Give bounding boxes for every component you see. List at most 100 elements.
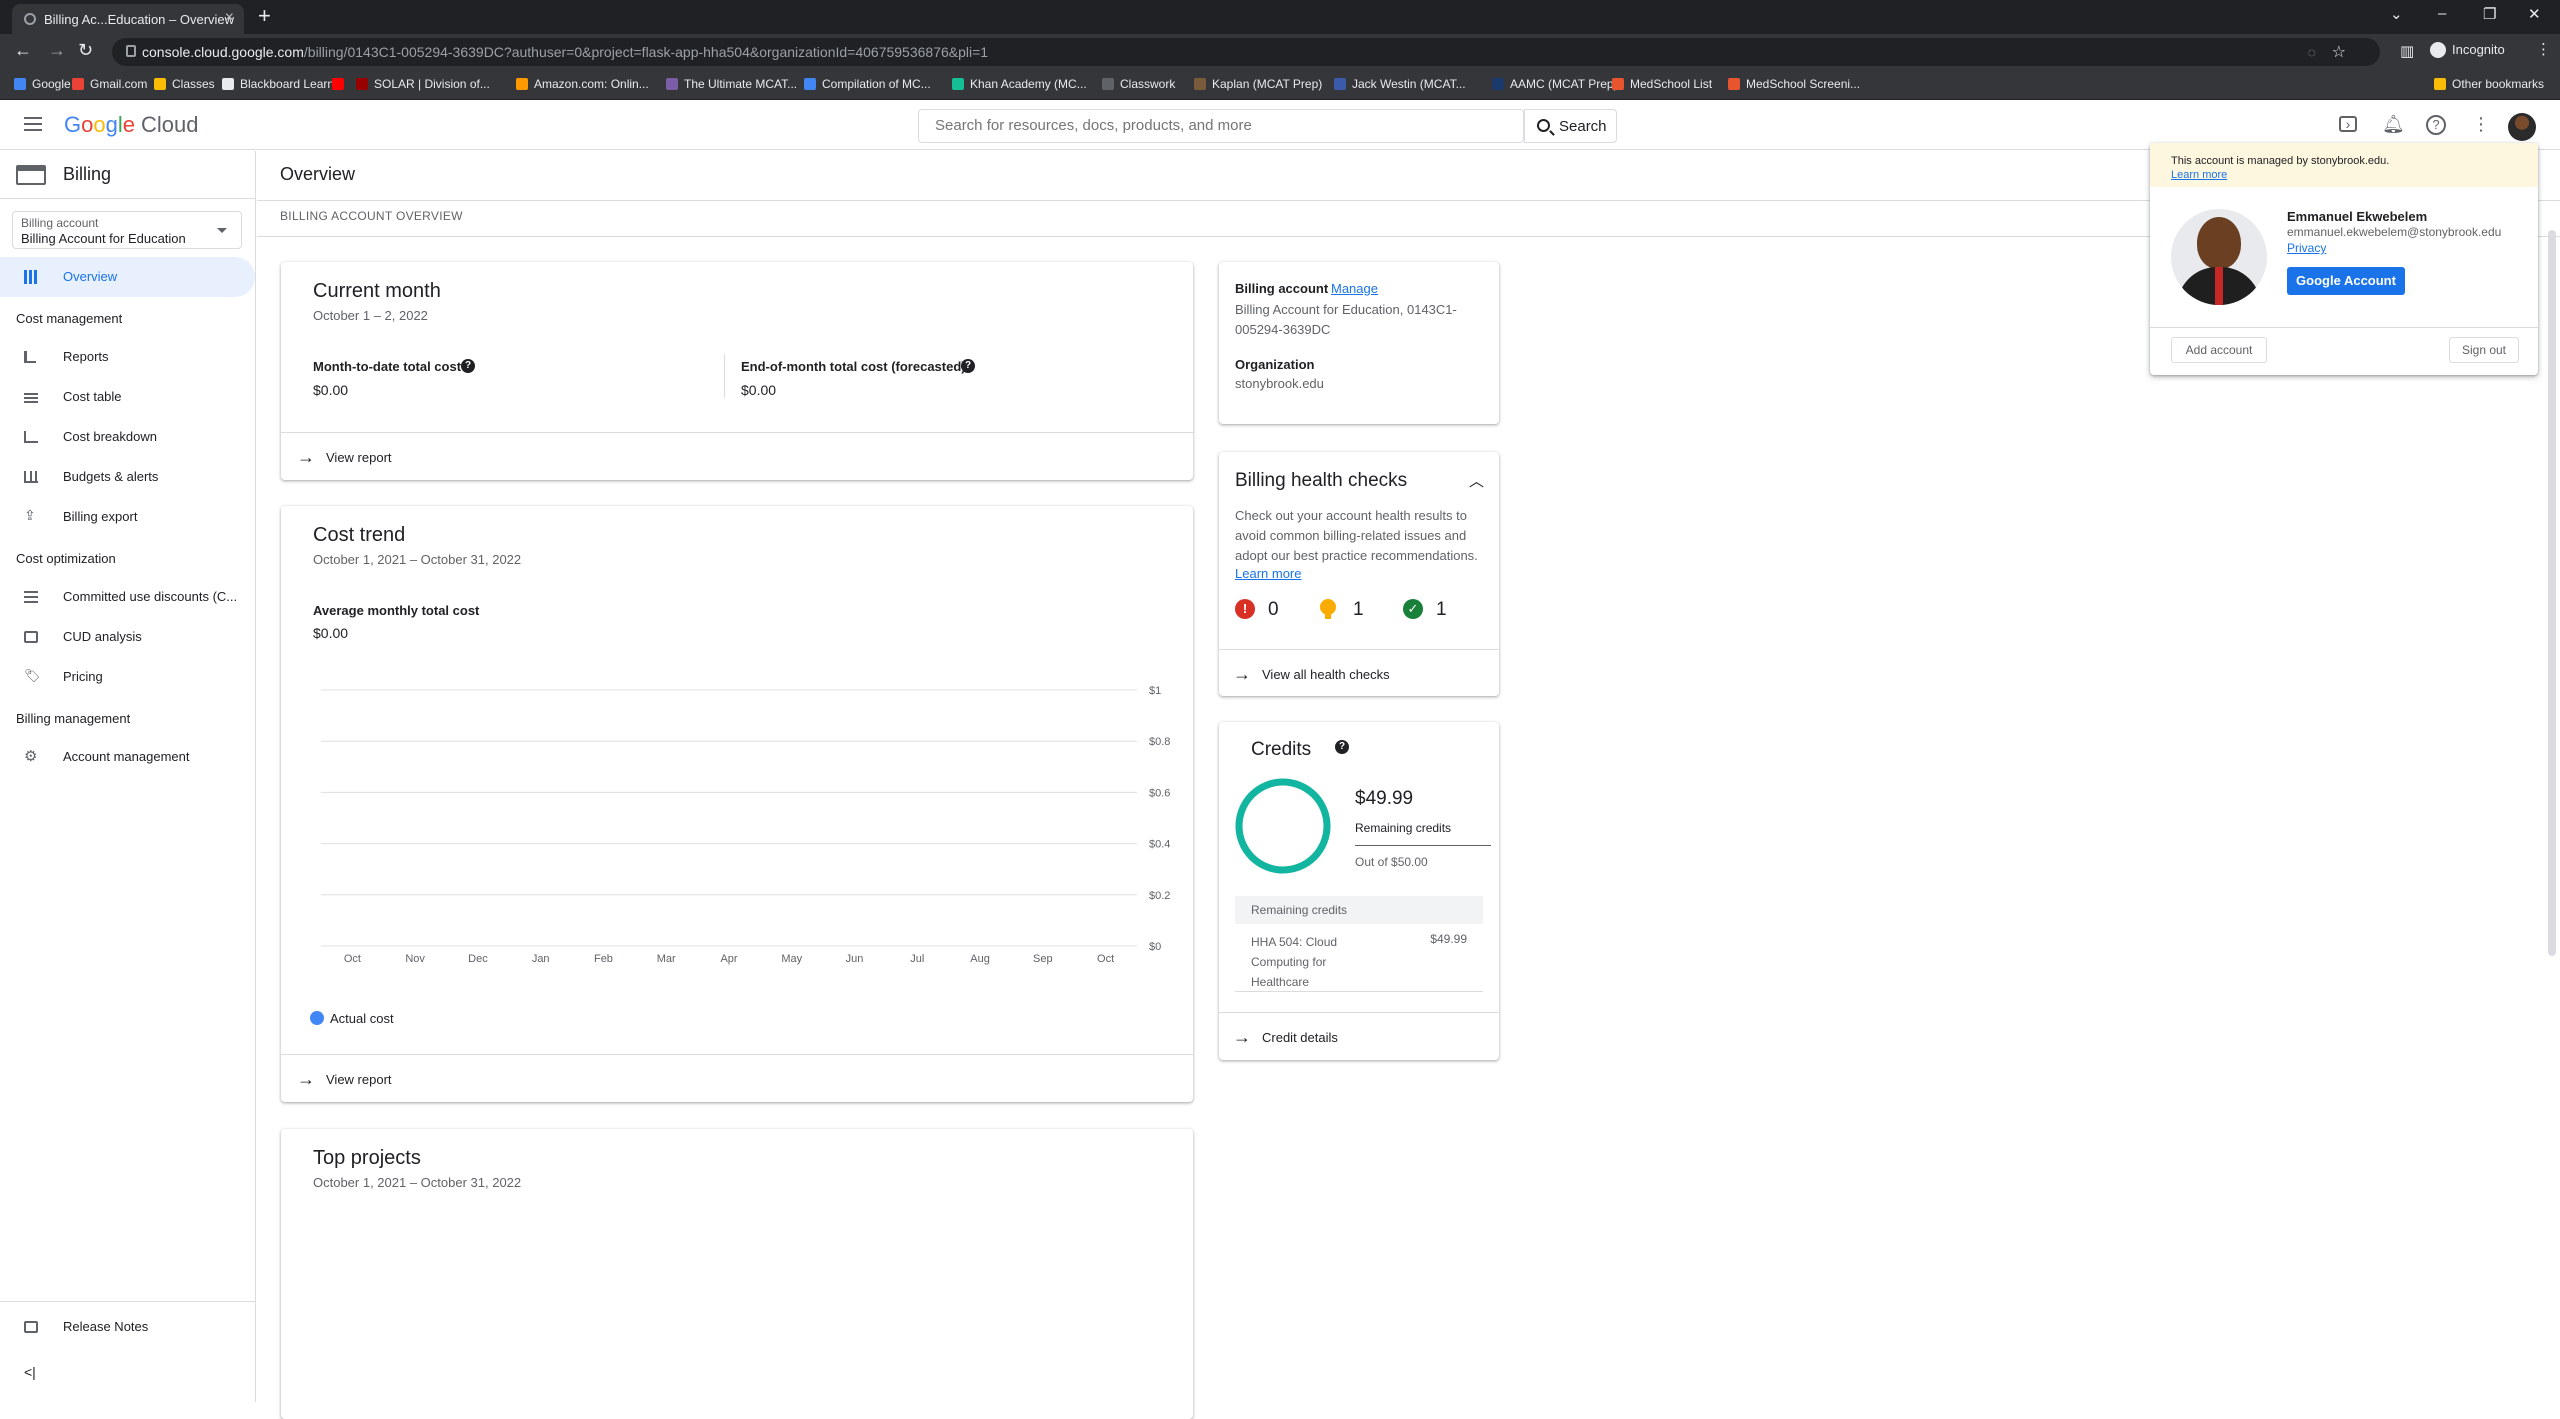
new-tab-icon[interactable]: + bbox=[258, 3, 271, 29]
sidebar-item-reports[interactable]: Reports bbox=[0, 337, 255, 377]
browser-menu-icon[interactable]: ⋮ bbox=[2536, 40, 2551, 58]
window-close-icon[interactable]: ✕ bbox=[2528, 5, 2541, 23]
bookmark-item[interactable]: Jack Westin (MCAT... bbox=[1334, 77, 1466, 91]
help-icon[interactable]: ? bbox=[961, 359, 975, 373]
bookmark-favicon-icon bbox=[1194, 78, 1206, 90]
bookmark-item[interactable]: The Ultimate MCAT... bbox=[666, 77, 797, 91]
main-menu-icon[interactable] bbox=[24, 117, 42, 131]
avatar[interactable] bbox=[2508, 113, 2536, 141]
bookmark-item[interactable]: SOLAR | Division of... bbox=[356, 77, 490, 91]
bookmark-item[interactable]: MedSchool List bbox=[1612, 77, 1712, 91]
bookmark-item[interactable]: Amazon.com: Onlin... bbox=[516, 77, 649, 91]
sidebar-item-cost-breakdown[interactable]: Cost breakdown bbox=[0, 417, 255, 457]
sidebar-item-release-notes[interactable]: Release Notes bbox=[0, 1307, 255, 1347]
bookmark-item[interactable] bbox=[332, 77, 350, 91]
billing-icon bbox=[16, 165, 46, 185]
sidebar-item-budgets[interactable]: Budgets & alerts bbox=[0, 457, 255, 497]
tab-search-icon[interactable]: ⌄ bbox=[2390, 5, 2403, 23]
google-cloud-logo[interactable]: Google Cloud bbox=[64, 112, 199, 138]
profile-tie bbox=[2215, 267, 2223, 305]
x-tick-label: Mar bbox=[657, 953, 676, 965]
bookmark-item[interactable]: Kaplan (MCAT Prep) bbox=[1194, 77, 1322, 91]
bookmark-item[interactable]: Blackboard Learn bbox=[222, 77, 334, 91]
help-icon[interactable]: ? bbox=[461, 359, 475, 373]
back-icon[interactable]: ← bbox=[14, 40, 32, 61]
privacy-link[interactable]: Privacy bbox=[2287, 241, 2326, 255]
table-row: HHA 504: Cloud Computing for Healthcare … bbox=[1235, 924, 1483, 992]
sidebar-item-overview[interactable]: Overview bbox=[0, 257, 255, 297]
sign-out-button[interactable]: Sign out bbox=[2449, 337, 2519, 363]
view-report-link[interactable]: → View report bbox=[281, 432, 1193, 480]
billing-account-value: Billing Account for Education, 0143C1-00… bbox=[1235, 302, 1457, 337]
search-box[interactable] bbox=[918, 109, 1524, 143]
reload-icon[interactable]: ↻ bbox=[78, 40, 93, 61]
notifications-icon[interactable]: 🔔︎ bbox=[2382, 114, 2405, 136]
account-name: Emmanuel Ekwebelem bbox=[2287, 209, 2428, 224]
bookmark-label: Classwork bbox=[1120, 77, 1176, 91]
tracking-eye-icon[interactable]: ◌ bbox=[2308, 44, 2316, 60]
section-cost-optimization: Cost optimization bbox=[16, 551, 116, 566]
address-bar[interactable]: console.cloud.google.com/billing/0143C1-… bbox=[112, 38, 2380, 66]
restore-icon[interactable]: ❐ bbox=[2483, 5, 2496, 23]
bookmark-favicon-icon bbox=[72, 78, 84, 90]
learn-more-link[interactable]: Learn more bbox=[2171, 169, 2227, 181]
side-panel-icon[interactable]: ▥ bbox=[2400, 42, 2414, 60]
chevron-up-icon[interactable]: ︿ bbox=[1469, 470, 1484, 491]
incognito-chip[interactable]: Incognito bbox=[2430, 42, 2505, 58]
error-icon: ! bbox=[1235, 599, 1255, 619]
tab-close-icon[interactable]: × bbox=[225, 9, 234, 27]
forward-icon[interactable]: → bbox=[48, 40, 66, 61]
x-tick-label: Apr bbox=[720, 953, 737, 965]
bookmark-item[interactable]: Khan Academy (MC... bbox=[952, 77, 1087, 91]
sidebar-item-cost-table[interactable]: Cost table bbox=[0, 377, 255, 417]
view-all-health-checks-link[interactable]: → View all health checks bbox=[1219, 649, 1499, 697]
y-tick-label: $0 bbox=[1149, 941, 1161, 953]
more-options-icon[interactable]: ⋮ bbox=[2470, 114, 2492, 136]
bookmark-favicon-icon bbox=[14, 78, 26, 90]
bookmark-item[interactable]: MedSchool Screeni... bbox=[1728, 77, 1860, 91]
sidebar-item-billing-export[interactable]: ⇪ Billing export bbox=[0, 497, 255, 537]
sidebar-divider bbox=[0, 1301, 255, 1302]
billing-account-select[interactable]: Billing account Billing Account for Educ… bbox=[12, 211, 242, 249]
bookmark-item[interactable]: Google bbox=[14, 77, 71, 91]
other-bookmarks-label: Other bookmarks bbox=[2452, 77, 2545, 91]
bookmark-item[interactable]: Gmail.com bbox=[72, 77, 147, 91]
page-title: Overview bbox=[280, 164, 356, 184]
sidebar-item-pricing[interactable]: 🏷︎ Pricing bbox=[0, 657, 255, 697]
bookmark-item[interactable]: AAMC (MCAT Prep) bbox=[1492, 77, 1618, 91]
add-account-button[interactable]: Add account bbox=[2171, 337, 2267, 363]
popup-divider bbox=[2150, 327, 2538, 328]
bookmark-label: Khan Academy (MC... bbox=[970, 77, 1087, 91]
search-button[interactable]: Search bbox=[1524, 109, 1617, 143]
cloud-shell-icon[interactable]: › bbox=[2339, 116, 2357, 132]
x-tick-label: Jan bbox=[532, 953, 550, 965]
browser-tab[interactable]: Billing Ac...Education – Overview × bbox=[12, 4, 244, 34]
bookmark-item[interactable]: Compilation of MC... bbox=[804, 77, 931, 91]
search-input[interactable] bbox=[935, 117, 1505, 134]
url-host: console.cloud.google.com bbox=[142, 44, 304, 60]
managed-prefix: This account is managed by bbox=[2171, 155, 2308, 167]
help-icon[interactable]: ? bbox=[2426, 115, 2446, 135]
sidebar-item-label: Cost breakdown bbox=[63, 429, 157, 444]
help-icon[interactable]: ? bbox=[1335, 740, 1349, 754]
x-tick-label: Aug bbox=[970, 953, 990, 965]
collapse-sidebar-icon[interactable]: <| bbox=[24, 1364, 36, 1380]
view-report-link[interactable]: → View report bbox=[281, 1054, 1193, 1102]
bookmark-label: SOLAR | Division of... bbox=[374, 77, 490, 91]
manage-link[interactable]: Manage bbox=[1331, 281, 1378, 296]
bookmark-item[interactable]: Classes bbox=[154, 77, 215, 91]
google-account-button[interactable]: Google Account bbox=[2287, 267, 2405, 295]
other-bookmarks[interactable]: Other bookmarks bbox=[2434, 77, 2544, 91]
learn-more-link[interactable]: Learn more bbox=[1235, 566, 1301, 581]
logo-letter: e bbox=[122, 112, 136, 137]
bookmark-item[interactable]: Classwork bbox=[1102, 77, 1175, 91]
sidebar-item-committed-use-discounts[interactable]: Committed use discounts (C... bbox=[0, 577, 255, 617]
tag-icon: 🏷︎ bbox=[24, 668, 41, 683]
sidebar-item-cud-analysis[interactable]: CUD analysis bbox=[0, 617, 255, 657]
scrollbar-thumb[interactable] bbox=[2548, 230, 2556, 956]
billing-health-title: Billing health checks bbox=[1235, 470, 1408, 491]
sidebar-item-account-management[interactable]: ⚙ Account management bbox=[0, 737, 255, 777]
credit-details-link[interactable]: → Credit details bbox=[1219, 1012, 1499, 1060]
bookmark-star-icon[interactable]: ☆ bbox=[2332, 42, 2346, 62]
minimize-icon[interactable]: – bbox=[2438, 5, 2446, 22]
